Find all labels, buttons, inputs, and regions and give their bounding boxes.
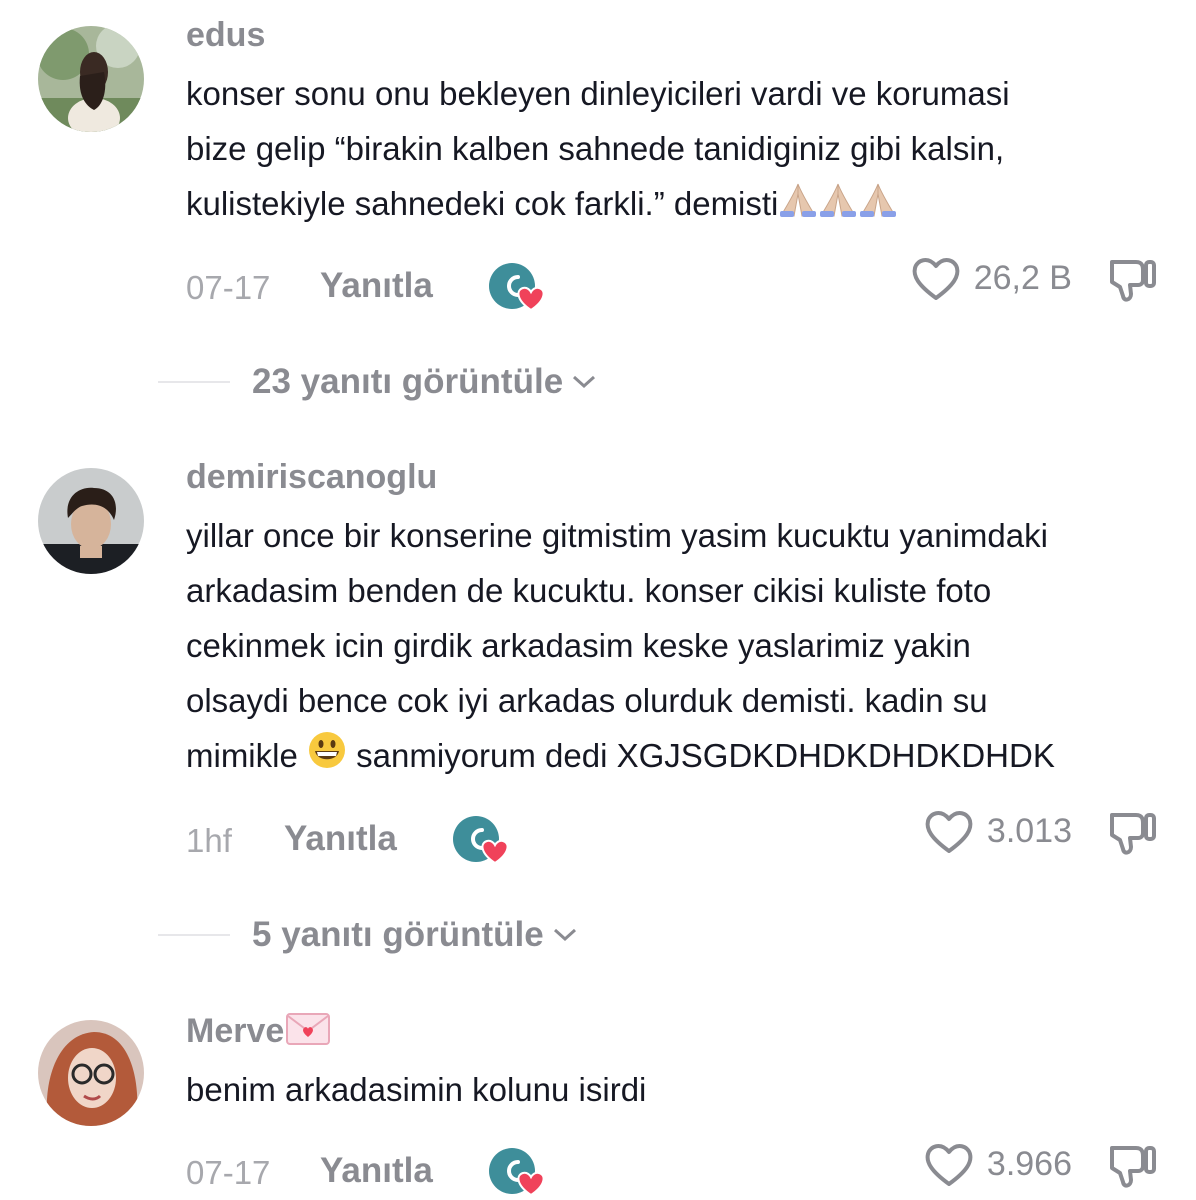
- thumbs-down-icon[interactable]: [1106, 809, 1158, 857]
- like-button[interactable]: 3.966: [923, 1140, 1072, 1188]
- grinning-face-emoji: [307, 730, 347, 786]
- comment-line: olsaydi bence cok iyi arkadas olurduk de…: [186, 682, 988, 719]
- chevron-down-icon: [553, 928, 576, 942]
- comment-line: benim arkadasimin kolunu isirdi: [186, 1071, 647, 1108]
- comment-line-text: mimikle: [186, 737, 298, 774]
- view-replies-label: 5 yanıtı görüntüle: [252, 915, 544, 954]
- creator-heart-icon[interactable]: [488, 1147, 546, 1197]
- comment-username[interactable]: demiriscanoglu: [186, 458, 437, 497]
- view-replies-button[interactable]: 5 yanıtı görüntüle: [158, 915, 578, 955]
- love-letter-emoji: [286, 1012, 331, 1054]
- view-replies-button[interactable]: 23 yanıtı görüntüle: [158, 362, 597, 402]
- like-count: 3.013: [986, 811, 1072, 850]
- comment-username[interactable]: Merve: [186, 1012, 331, 1054]
- comment-text: konser sonu onu bekleyen dinleyicileri v…: [186, 66, 1176, 234]
- comment-text: yillar once bir konserine gitmistim yasi…: [186, 508, 1176, 786]
- like-count: 26,2 B: [973, 258, 1072, 297]
- avatar[interactable]: [38, 26, 144, 132]
- like-count: 3.966: [986, 1144, 1072, 1183]
- chevron-down-icon: [573, 375, 596, 389]
- comment-line: yillar once bir konserine gitmistim yasi…: [186, 517, 1048, 554]
- comment-line: mimikle sanmiyorum dedi XGJSGDKDHDKDHDKD…: [186, 728, 1176, 786]
- thumbs-down-icon[interactable]: [1106, 1142, 1158, 1190]
- avatar[interactable]: [38, 468, 144, 574]
- username-text: Merve: [186, 1012, 285, 1050]
- comment-username[interactable]: edus: [186, 16, 265, 55]
- comment-line: arkadasim benden de kucuktu. konser ciki…: [186, 572, 992, 609]
- heart-outline-icon: [923, 1140, 975, 1188]
- comment-line: bize gelip “birakin kalben sahnede tanid…: [186, 130, 1005, 167]
- comment-line: konser sonu onu bekleyen dinleyicileri v…: [186, 75, 1010, 112]
- like-button[interactable]: 3.013: [923, 807, 1072, 855]
- reply-button[interactable]: Yanıtla: [284, 819, 397, 859]
- creator-heart-icon[interactable]: [452, 815, 510, 865]
- comment-date: 1hf: [186, 822, 232, 859]
- comment-date: 07-17: [186, 1154, 271, 1191]
- reply-button[interactable]: Yanıtla: [320, 1151, 433, 1191]
- divider: [158, 381, 230, 383]
- reply-button[interactable]: Yanıtla: [320, 266, 433, 306]
- comment-line-text: sanmiyorum dedi XGJSGDKDHDKDHDKDHDK: [356, 737, 1055, 774]
- comment-line-text: kulistekiyle sahnedeki cok farkli.” demi…: [186, 185, 779, 222]
- like-button[interactable]: 26,2 B: [910, 254, 1072, 302]
- comment-line: kulistekiyle sahnedeki cok farkli.” demi…: [186, 176, 1176, 234]
- divider: [158, 934, 230, 936]
- comment-date: 07-17: [186, 269, 271, 306]
- avatar[interactable]: [38, 1020, 144, 1126]
- heart-outline-icon: [923, 807, 975, 855]
- folded-hands-emoji: [778, 179, 898, 234]
- comment-line: cekinmek icin girdik arkadasim keske yas…: [186, 627, 971, 664]
- comment-text: benim arkadasimin kolunu isirdi: [186, 1062, 1176, 1117]
- heart-outline-icon: [910, 254, 962, 302]
- view-replies-label: 23 yanıtı görüntüle: [252, 362, 564, 401]
- creator-heart-icon[interactable]: [488, 262, 546, 312]
- thumbs-down-icon[interactable]: [1106, 256, 1158, 304]
